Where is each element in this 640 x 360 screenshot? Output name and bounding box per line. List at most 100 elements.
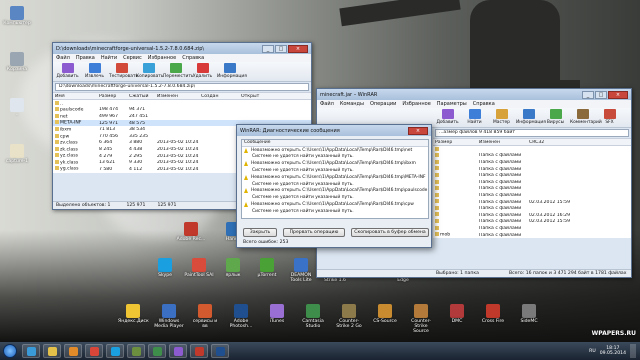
- copy-to-clipboard-button[interactable]: Скопировать в буфер обмена: [351, 228, 429, 237]
- break-operation-button[interactable]: Прервать операцию: [283, 228, 345, 237]
- table-row[interactable]: Папка с файлами: [433, 172, 631, 179]
- toolbar-button[interactable]: Копировать: [136, 63, 163, 79]
- maximize-button[interactable]: □: [595, 90, 607, 99]
- desktop-shortcut-7[interactable]: CS-Source: [370, 304, 400, 324]
- message-list[interactable]: Сообщение Невозможно открыть C:\Users\1\…: [241, 139, 429, 219]
- close-button[interactable]: ×: [608, 90, 628, 99]
- message-row[interactable]: Невозможно открыть C:\Users\1\AppData\Lo…: [242, 160, 428, 167]
- toolbar-button[interactable]: Информация: [516, 109, 546, 125]
- toolbar-button[interactable]: Найти: [462, 109, 487, 125]
- table-row[interactable]: [433, 146, 631, 153]
- column-header[interactable]: Изменен: [155, 94, 199, 99]
- toolbar-button[interactable]: Удалить: [190, 63, 215, 79]
- message-row[interactable]: Системе не удается найти указанный путь.: [242, 154, 428, 161]
- toolbar-button[interactable]: SFX: [597, 109, 622, 125]
- table-row[interactable]: Папка с файлами: [433, 166, 631, 173]
- desktop-shortcut-11[interactable]: SideMC: [514, 304, 544, 324]
- column-header[interactable]: Имя: [53, 94, 97, 99]
- menu-item[interactable]: Команды: [340, 101, 364, 107]
- column-header[interactable]: Изменен: [477, 140, 527, 145]
- menu-item[interactable]: Найти: [101, 55, 117, 61]
- winrar-main-titlebar[interactable]: D:\downloads\minecraftforge-universal-1.…: [53, 43, 311, 54]
- desktop-shortcut-6[interactable]: Counter-Strike 2 Go: [334, 304, 364, 329]
- table-row[interactable]: net 499 967 247 451: [53, 113, 311, 120]
- clock[interactable]: 18:17 09.05.2014: [600, 346, 626, 356]
- table-row[interactable]: Папка с файлами: [433, 225, 631, 232]
- desktop-shortcut-1[interactable]: PaintTool SAI: [184, 258, 214, 278]
- close-button[interactable]: ×: [408, 126, 428, 135]
- desktop-shortcut-4[interactable]: DEAMON Tools Lite: [286, 258, 316, 283]
- toolbar-button[interactable]: Комментарий: [570, 109, 602, 125]
- taskbar-app-mediaplayer[interactable]: [64, 344, 82, 358]
- table-row[interactable]: Папка с файлами: [433, 205, 631, 212]
- table-row[interactable]: Папка с файлами: [433, 159, 631, 166]
- toolbar-button[interactable]: Переместить: [163, 63, 193, 79]
- message-row[interactable]: Невозможно открыть C:\Users\1\AppData\Lo…: [242, 147, 428, 154]
- message-row[interactable]: Системе не удается найти указанный путь.: [242, 208, 428, 215]
- desktop-shortcut-0[interactable]: Adobe Rec...: [176, 222, 206, 242]
- taskbar-app-skype[interactable]: [106, 344, 124, 358]
- taskbar-app-sai[interactable]: [190, 344, 208, 358]
- column-header[interactable]: Размер: [433, 140, 477, 145]
- minimize-button[interactable]: _: [262, 44, 274, 53]
- desktop-shortcut-2[interactable]: сервисы и вв: [190, 304, 220, 329]
- desktop-shortcut-2[interactable]: ярлык: [218, 258, 248, 278]
- desktop-shortcut-0[interactable]: Компьютер: [2, 6, 32, 26]
- dialog-titlebar[interactable]: WinRAR: Диагностические сообщения ×: [237, 125, 431, 136]
- maximize-button[interactable]: □: [275, 44, 287, 53]
- column-header[interactable]: Создан: [199, 94, 239, 99]
- language-indicator[interactable]: RU: [589, 349, 596, 354]
- menu-item[interactable]: Параметры: [437, 101, 467, 107]
- toolbar-button[interactable]: Информация: [217, 63, 247, 79]
- desktop-shortcut-4[interactable]: iTunes: [262, 304, 292, 324]
- desktop-shortcut-9[interactable]: DMC: [442, 304, 472, 324]
- message-row[interactable]: Невозможно открыть C:\Users\1\AppData\Lo…: [242, 174, 428, 181]
- table-row[interactable]: Папка с файлами 02.03.2012 15:59: [433, 199, 631, 206]
- toolbar-button[interactable]: Извлечь: [82, 63, 107, 79]
- show-desktop-button[interactable]: [630, 344, 636, 358]
- message-row[interactable]: Системе не удается найти указанный путь.: [242, 167, 428, 174]
- message-row[interactable]: Системе не удается найти указанный путь.: [242, 181, 428, 188]
- desktop-shortcut-8[interactable]: Counter-Strike Source: [406, 304, 436, 334]
- table-row[interactable]: Папка с файлами: [433, 186, 631, 193]
- minimize-button[interactable]: _: [582, 90, 594, 99]
- menu-item[interactable]: Избранное: [402, 101, 430, 107]
- path-field[interactable]: D:\downloads\minecraftforge-universal-1.…: [55, 83, 309, 91]
- close-dialog-button[interactable]: Закрыть: [243, 228, 277, 237]
- column-header[interactable]: Размер: [97, 94, 127, 99]
- desktop-shortcut-3[interactable]: Adobe Photosh...: [226, 304, 256, 329]
- desktop-shortcut-1[interactable]: Windows Media Player: [154, 304, 184, 329]
- taskbar-app-photoshop[interactable]: [211, 344, 229, 358]
- table-row[interactable]: Папка с файлами: [433, 179, 631, 186]
- menu-item[interactable]: Операции: [370, 101, 396, 107]
- taskbar-app-explorer[interactable]: [43, 344, 61, 358]
- menu-item[interactable]: Файл: [320, 101, 334, 107]
- table-row[interactable]: paulscode 198 474 94 371: [53, 107, 311, 114]
- desktop-shortcut-3[interactable]: µTorrent: [252, 258, 282, 278]
- start-button[interactable]: [3, 344, 17, 358]
- desktop-shortcut-10[interactable]: Cross Fire: [478, 304, 508, 324]
- desktop-shortcut-0[interactable]: Skype: [150, 258, 180, 278]
- toolbar-button[interactable]: Вирусы: [543, 109, 568, 125]
- desktop-shortcut-0[interactable]: Яндекс.Диск: [118, 304, 149, 324]
- table-row[interactable]: Папка с файлами: [433, 153, 631, 160]
- message-row[interactable]: Системе не удается найти указанный путь.: [242, 194, 428, 201]
- menu-item[interactable]: Справка: [473, 101, 495, 107]
- taskbar-app-chrome[interactable]: [85, 344, 103, 358]
- toolbar-button[interactable]: Добавить: [435, 109, 460, 125]
- menu-item[interactable]: Правка: [76, 55, 95, 61]
- winrar-second-titlebar[interactable]: minecraft.jar – WinRAR _ □ ×: [317, 89, 631, 100]
- desktop-shortcut-5[interactable]: Camtasia Studio: [298, 304, 328, 329]
- desktop-shortcut-1[interactable]: Корзина: [2, 52, 32, 72]
- message-row[interactable]: Невозможно открыть C:\Users\1\AppData\Lo…: [242, 188, 428, 195]
- taskbar-app-camtasia[interactable]: [148, 344, 166, 358]
- menu-item[interactable]: Справка: [182, 55, 204, 61]
- menu-item[interactable]: Файл: [56, 55, 70, 61]
- toolbar-button[interactable]: Тестировать: [109, 63, 138, 79]
- column-header[interactable]: Открыт: [239, 94, 279, 99]
- menu-item[interactable]: Избранное: [148, 55, 176, 61]
- desktop-shortcut-3[interactable]: capture-1: [2, 144, 32, 164]
- table-row[interactable]: Папка с файлами: [433, 192, 631, 199]
- close-button[interactable]: ×: [288, 44, 308, 53]
- table-row[interactable]: Папка с файлами 02.03.2012 15:59: [433, 219, 631, 226]
